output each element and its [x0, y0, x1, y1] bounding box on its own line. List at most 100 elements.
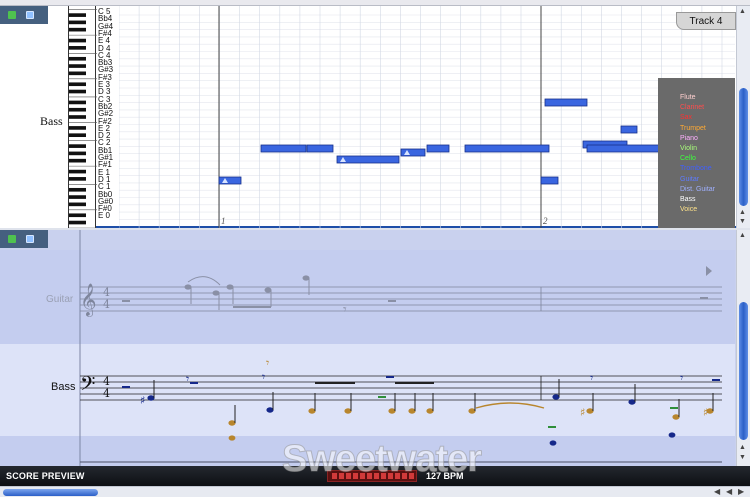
ledger-marker [670, 407, 678, 409]
bass-note-head[interactable] [228, 435, 236, 441]
piano-black-key[interactable] [69, 64, 86, 68]
piano-roll-canvas[interactable]: 12 [119, 6, 735, 228]
piano-black-key[interactable] [69, 144, 86, 148]
note-name-label: C 3 [98, 94, 111, 104]
piano-keys-graphic [69, 9, 97, 229]
midi-note[interactable] [620, 125, 638, 134]
bass-note-head[interactable] [668, 432, 676, 438]
bass-note-head[interactable] [549, 440, 557, 446]
piano-black-key[interactable] [69, 46, 86, 50]
scroll-up-icon[interactable]: ▲ [739, 209, 746, 216]
eighth-rest-icon: 𝄾 [186, 372, 189, 386]
piano-black-key[interactable] [69, 133, 86, 138]
note-name-label: D 4 [98, 43, 111, 53]
note-name-label: C 5 [98, 7, 111, 16]
midi-note[interactable] [464, 144, 550, 153]
piano-black-key[interactable] [69, 126, 86, 130]
piano-black-key[interactable] [69, 56, 86, 61]
note-name-label: E 1 [98, 167, 111, 177]
scroll-left-icon[interactable]: ◀ [714, 487, 720, 496]
scroll-right-icon[interactable]: ▶ [738, 487, 744, 496]
piano-keyboard[interactable] [68, 6, 97, 229]
piano-black-key[interactable] [69, 38, 86, 43]
track-tab[interactable]: Track 4 [676, 12, 736, 30]
midi-note[interactable] [336, 155, 400, 164]
note-name-label: C 1 [98, 182, 111, 192]
rest-symbol [190, 382, 198, 384]
eighth-rest-icon: 𝄾 [266, 356, 269, 370]
score-vertical-scrollbar[interactable]: ▲ ▲ ▼ [736, 230, 750, 466]
roll-vertical-scrollbar[interactable]: ▲ ▲ ▼ [736, 6, 750, 228]
note-name-label: G#2 [98, 109, 114, 119]
midi-note[interactable] [306, 144, 334, 153]
piano-black-key[interactable] [69, 195, 86, 199]
legend-item: Guitar [680, 175, 700, 183]
sharp-icon: ♯ [140, 394, 145, 407]
midi-note[interactable] [544, 98, 588, 107]
measure-number: 2 [543, 216, 548, 226]
legend-item: Bass [680, 196, 696, 203]
piano-black-key[interactable] [69, 115, 86, 119]
piano-black-key[interactable] [69, 27, 86, 32]
guitar-note-head[interactable] [212, 290, 220, 296]
piano-black-key[interactable] [69, 187, 86, 192]
note-name-label: G#3 [98, 65, 114, 75]
guitar-staff-label: Guitar [46, 294, 74, 305]
piano-black-key[interactable] [69, 177, 86, 181]
piano-black-key[interactable] [69, 82, 86, 87]
note-name-label: F#0 [98, 204, 112, 214]
treble-clef-icon: 𝄞 [80, 283, 97, 317]
note-name-label: E 0 [98, 211, 111, 221]
scroll-up-icon[interactable]: ▲ [739, 232, 746, 239]
instrument-legend: Flute Clarinet Sax Trumpet Piano Violin Cello T… [658, 78, 735, 228]
note-name-label: E 2 [98, 123, 111, 133]
score-scroll-thumb[interactable] [739, 302, 748, 440]
piano-black-key[interactable] [69, 89, 86, 94]
scroll-up-icon[interactable]: ▲ [739, 444, 746, 451]
piano-black-key[interactable] [69, 220, 86, 225]
play-marker-icon[interactable] [706, 266, 712, 276]
horizontal-scroll-thumb[interactable] [3, 489, 98, 496]
eighth-rest-icon: 𝄾 [343, 302, 347, 318]
roll-transport [0, 6, 48, 24]
note-name-label: F#1 [98, 160, 112, 170]
guitar-note-head[interactable] [264, 287, 272, 293]
piano-black-key[interactable] [69, 107, 86, 112]
midi-note[interactable] [426, 144, 450, 153]
sharp-icon: ♯ [703, 406, 708, 419]
note-name-label: Bb1 [98, 145, 113, 155]
guitar-note-head[interactable] [302, 275, 310, 281]
piano-roll-grid[interactable]: 12 [119, 6, 735, 228]
piano-black-key[interactable] [69, 20, 86, 25]
roll-stop-icon[interactable] [26, 11, 34, 19]
score-canvas[interactable]: 𝄞𝄢4444𝄾♯♯ ♯𝄾 𝄾 𝄾 𝄾𝄾 [0, 230, 735, 466]
piano-black-key[interactable] [69, 169, 86, 174]
guitar-note-head[interactable] [184, 284, 192, 290]
midi-note[interactable] [540, 176, 559, 185]
piano-black-key[interactable] [69, 213, 86, 218]
guitar-time-bottom: 4 [103, 298, 110, 311]
piano-black-key[interactable] [69, 71, 86, 76]
note-name-label: C 4 [98, 50, 111, 60]
piano-black-key[interactable] [69, 100, 86, 105]
scroll-down-icon[interactable]: ▼ [739, 218, 746, 225]
legend-item: Cello [680, 155, 696, 163]
roll-play-icon[interactable] [8, 11, 16, 19]
midi-note[interactable] [586, 144, 660, 153]
piano-black-key[interactable] [69, 202, 86, 207]
guitar-note-head[interactable] [226, 284, 234, 290]
legend-item: Voice [680, 206, 698, 214]
scroll-left-icon[interactable]: ◀ [726, 487, 732, 496]
horizontal-scrollbar[interactable]: ◀ ◀ ▶ [0, 486, 750, 497]
note-name-label: C 2 [98, 138, 111, 148]
piano-black-key[interactable] [69, 151, 86, 156]
piano-black-key[interactable] [69, 13, 86, 17]
midi-note[interactable] [260, 144, 307, 153]
scroll-down-icon[interactable]: ▼ [739, 454, 746, 461]
piano-black-key[interactable] [69, 158, 86, 163]
note-name-label: G#1 [98, 153, 114, 162]
note-name-label: Bb4 [98, 14, 113, 24]
rest-symbol [388, 300, 396, 302]
scroll-up-icon[interactable]: ▲ [739, 8, 746, 15]
roll-scroll-thumb[interactable] [739, 88, 748, 206]
